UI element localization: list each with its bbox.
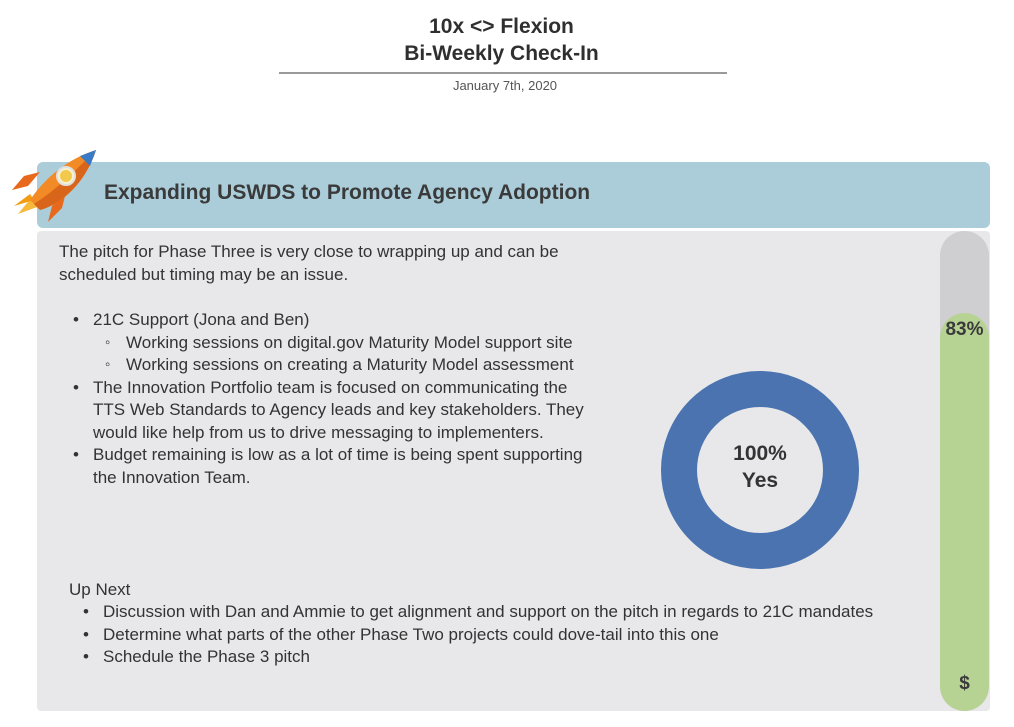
page-title-line-1: 10x <> Flexion	[429, 15, 574, 38]
intro-paragraph: The pitch for Phase Three is very close …	[59, 242, 559, 284]
section-title: Expanding USWDS to Promote Agency Adopti…	[104, 181, 591, 204]
list-item-text: 21C Support (Jona and Ben)	[93, 310, 310, 329]
section-banner: Expanding USWDS to Promote Agency Adopti…	[37, 162, 990, 228]
list-item: Schedule the Phase 3 pitch	[69, 646, 889, 669]
list-item: Discussion with Dan and Ammie to get ali…	[69, 601, 889, 624]
status-bullet-list: 21C Support (Jona and Ben) Working sessi…	[59, 309, 599, 489]
completion-donut: 100% Yes	[660, 370, 860, 570]
rocket-icon	[12, 150, 96, 222]
sub-list-item: Working sessions on digital.gov Maturity…	[93, 332, 599, 355]
list-item: 21C Support (Jona and Ben) Working sessi…	[59, 309, 599, 377]
page-title-line-2: Bi-Weekly Check-In	[404, 42, 599, 65]
title-divider	[279, 72, 727, 74]
date-label: January 7th, 2020	[452, 78, 558, 93]
budget-gauge-fill	[940, 313, 989, 711]
budget-gauge: 83% $	[940, 231, 989, 711]
donut-value: 100%	[733, 442, 787, 465]
list-item: Budget remaining is low as a lot of time…	[59, 444, 599, 489]
list-item: Determine what parts of the other Phase …	[69, 624, 889, 647]
sub-bullet-list: Working sessions on digital.gov Maturity…	[93, 332, 599, 377]
donut-answer: Yes	[741, 469, 779, 492]
list-item: The Innovation Portfolio team is focused…	[59, 377, 599, 445]
up-next-list: Discussion with Dan and Ammie to get ali…	[69, 601, 889, 669]
up-next-heading: Up Next	[69, 580, 131, 599]
dollar-sign-icon: $	[959, 673, 970, 694]
budget-percent-label: 83%	[945, 319, 984, 340]
donut-label: 100% Yes	[660, 440, 860, 494]
sub-list-item: Working sessions on creating a Maturity …	[93, 354, 599, 377]
